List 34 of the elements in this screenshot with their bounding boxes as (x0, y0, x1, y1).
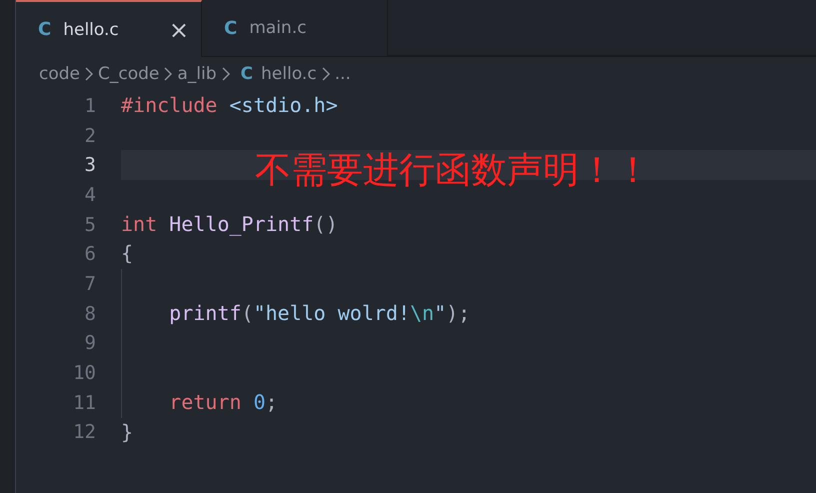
code-line: printf("hello wolrd!\n"); (169, 300, 470, 325)
line-number: 2 (84, 124, 96, 147)
breadcrumb-item[interactable]: code (39, 64, 80, 84)
chevron-icon (320, 66, 331, 82)
line-number: 5 (84, 214, 96, 236)
line-number: 7 (84, 272, 96, 295)
line-number: 6 (84, 243, 96, 266)
editor-tab[interactable]: C main.c (202, 0, 388, 57)
chevron-icon (84, 66, 94, 82)
code-line: { (121, 241, 134, 266)
chevron-icon (220, 66, 231, 82)
breadcrumb-item[interactable]: hello.c (261, 64, 317, 84)
line-number: 3 (84, 154, 96, 176)
annotation-text: 不需要进行函数声明！！ (255, 149, 651, 193)
close-icon[interactable]: × (168, 18, 189, 42)
code-line: return 0; (169, 390, 278, 414)
line-number: 10 (72, 362, 96, 384)
chevron-icon (163, 66, 174, 82)
c-file-icon: C (240, 64, 254, 84)
breadcrumb-item[interactable]: ... (334, 64, 351, 84)
code-line: int Hello_Printf() (121, 212, 338, 236)
c-file-icon: C (38, 19, 52, 40)
line-number: 1 (84, 94, 96, 117)
editor-tab[interactable]: C hello.c × (16, 0, 202, 57)
c-file-icon: C (224, 18, 238, 38)
line-number: 4 (84, 184, 96, 206)
breadcrumb-item[interactable]: a_lib (177, 64, 217, 84)
code-line: #include <stdio.h> (121, 93, 338, 117)
code-line: } (121, 420, 134, 444)
line-number: 11 (72, 392, 96, 414)
breadcrumb-item[interactable]: C_code (98, 64, 160, 84)
line-number: 12 (72, 421, 96, 444)
line-number: 9 (84, 332, 96, 354)
line-number: 8 (84, 302, 96, 325)
